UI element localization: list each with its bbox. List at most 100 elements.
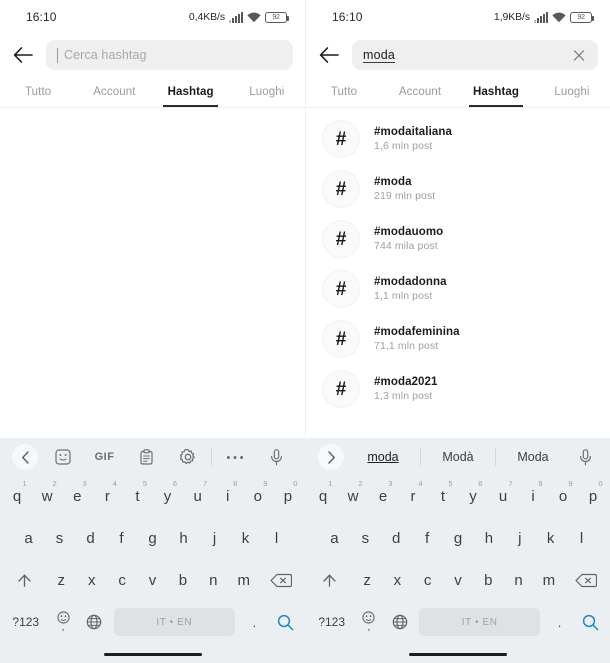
key-h[interactable]: h [473,518,504,560]
key-s[interactable]: s [44,518,75,560]
shift-icon[interactable] [2,560,46,602]
key-f[interactable]: f [106,518,137,560]
tab-tutto[interactable]: Tutto [0,76,76,107]
tab-luoghi[interactable]: Luoghi [229,76,305,107]
backspace-icon[interactable] [564,560,608,602]
key-m[interactable]: m [229,560,259,602]
gear-icon[interactable] [167,449,209,465]
key-l[interactable]: l [261,518,292,560]
clipboard-icon[interactable] [125,449,167,465]
key-u[interactable]: u7 [488,476,518,518]
key-b[interactable]: b [168,560,198,602]
key-g[interactable]: g [137,518,168,560]
symbols-key[interactable]: ?123 [4,601,48,643]
key-n[interactable]: n [198,560,228,602]
backspace-icon[interactable] [259,560,303,602]
shift-icon[interactable] [308,560,352,602]
symbols-key[interactable]: ?123 [310,601,353,643]
key-t[interactable]: t5 [122,476,152,518]
tab-hashtag[interactable]: Hashtag [458,76,534,107]
key-i[interactable]: i8 [518,476,548,518]
key-k[interactable]: k [535,518,566,560]
key-q[interactable]: q1 [2,476,32,518]
key-u[interactable]: u7 [183,476,213,518]
key-q[interactable]: q1 [308,476,338,518]
key-e[interactable]: e3 [62,476,92,518]
sticker-icon[interactable] [42,449,84,465]
key-j[interactable]: j [199,518,230,560]
key-e[interactable]: e3 [368,476,398,518]
globe-icon[interactable] [79,601,110,643]
key-z[interactable]: z [46,560,76,602]
key-i[interactable]: i8 [213,476,243,518]
key-a[interactable]: a [13,518,44,560]
key-y[interactable]: y6 [152,476,182,518]
key-w[interactable]: w2 [338,476,368,518]
list-item[interactable]: # #modauomo 744 mila post [306,214,610,264]
close-icon[interactable] [571,47,587,63]
key-x[interactable]: x [382,560,412,602]
key-k[interactable]: k [230,518,261,560]
list-item[interactable]: # #moda2021 1,3 mln post [306,364,610,414]
emoji-icon[interactable]: , [353,601,384,643]
suggestions-expand-button[interactable] [314,444,348,470]
tab-hashtag[interactable]: Hashtag [153,76,229,107]
key-b[interactable]: b [473,560,503,602]
suggestion-1[interactable]: Modà [423,450,493,464]
key-v[interactable]: v [443,560,473,602]
gif-button[interactable]: GIF [84,451,126,463]
search-icon[interactable] [270,601,301,643]
globe-icon[interactable] [384,601,415,643]
back-arrow-icon[interactable] [10,42,36,68]
tab-account[interactable]: Account [76,76,152,107]
space-key[interactable]: IT • EN [419,608,541,636]
list-item[interactable]: # #modafeminina 71,1 mln post [306,314,610,364]
emoji-icon[interactable]: , [48,601,79,643]
key-g[interactable]: g [443,518,474,560]
key-p[interactable]: p0 [273,476,303,518]
period-key[interactable]: . [239,601,270,643]
list-item[interactable]: # #moda 219 mln post [306,164,610,214]
key-m[interactable]: m [534,560,564,602]
mic-icon[interactable] [568,448,602,466]
search-input[interactable]: moda [352,40,598,70]
tab-tutto[interactable]: Tutto [306,76,382,107]
tab-luoghi[interactable]: Luoghi [534,76,610,107]
key-r[interactable]: r4 [398,476,428,518]
key-n[interactable]: n [503,560,533,602]
key-w[interactable]: w2 [32,476,62,518]
key-r[interactable]: r4 [92,476,122,518]
key-d[interactable]: d [381,518,412,560]
space-key[interactable]: IT • EN [113,608,235,636]
mic-icon[interactable] [255,448,297,466]
key-o[interactable]: o9 [243,476,273,518]
key-j[interactable]: j [504,518,535,560]
suggestion-2[interactable]: Moda [498,450,568,464]
key-a[interactable]: a [319,518,350,560]
key-z[interactable]: z [352,560,382,602]
key-y[interactable]: y6 [458,476,488,518]
key-x[interactable]: x [76,560,106,602]
chevron-right-icon[interactable] [318,444,344,470]
toolbar-expand-button[interactable] [8,444,42,470]
key-d[interactable]: d [75,518,106,560]
list-item[interactable]: # #modaitaliana 1,6 mln post [306,114,610,164]
key-o[interactable]: o9 [548,476,578,518]
key-l[interactable]: l [566,518,597,560]
key-s[interactable]: s [350,518,381,560]
key-v[interactable]: v [137,560,167,602]
key-f[interactable]: f [412,518,443,560]
tab-account[interactable]: Account [382,76,458,107]
suggestion-0[interactable]: moda [348,450,418,464]
list-item[interactable]: # #modadonna 1,1 mln post [306,264,610,314]
back-arrow-icon[interactable] [316,42,342,68]
more-icon[interactable] [214,455,256,460]
key-c[interactable]: c [107,560,137,602]
period-key[interactable]: . [544,601,575,643]
key-t[interactable]: t5 [428,476,458,518]
chevron-left-icon[interactable] [12,444,38,470]
key-p[interactable]: p0 [578,476,608,518]
search-input[interactable]: Cerca hashtag [46,40,293,70]
key-c[interactable]: c [413,560,443,602]
key-h[interactable]: h [168,518,199,560]
